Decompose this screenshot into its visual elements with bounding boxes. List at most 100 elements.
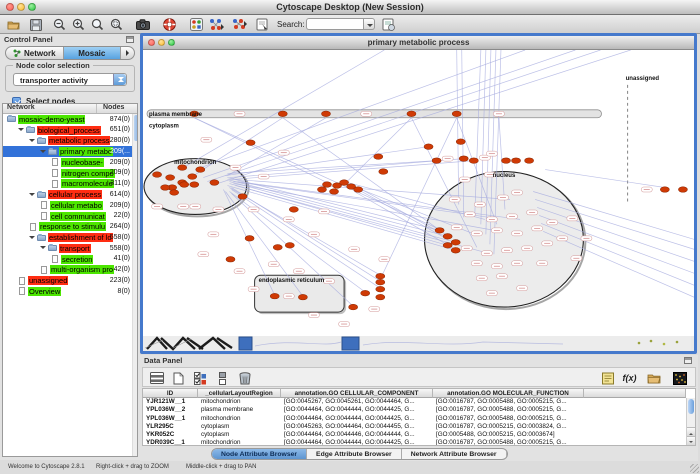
scroll-up-button[interactable] [687, 427, 695, 436]
network-window-titlebar[interactable]: primary metabolic process [143, 36, 694, 50]
tree-row[interactable]: multi-organism pro42(0) [3, 265, 132, 276]
zoom-in-icon[interactable] [71, 17, 86, 32]
tree-row[interactable]: cellular metabo209(0) [3, 200, 132, 211]
zoom-fit-icon[interactable] [90, 17, 105, 32]
vizmapper-icon[interactable] [189, 17, 204, 32]
table-row[interactable]: YKR052Ccytoplasm[GO:0044464, GO:0044446,… [143, 431, 686, 439]
annotation-page-icon[interactable] [255, 17, 270, 32]
graph-node[interactable] [226, 256, 235, 262]
graph-node[interactable] [196, 167, 205, 173]
table-row[interactable]: YPL036W__1mitochondrion[GO:0044464, GO:0… [143, 415, 686, 423]
help-lifering-icon[interactable] [162, 17, 177, 32]
expander-triangle-icon[interactable] [29, 139, 35, 145]
graph-node[interactable] [361, 290, 370, 296]
nodes-column-header[interactable]: Nodes [97, 104, 137, 113]
graph-node[interactable] [407, 111, 416, 117]
graph-node[interactable] [424, 144, 433, 150]
select-attributes-icon[interactable] [193, 371, 208, 386]
tree-row[interactable]: nitrogen compo209(0) [3, 168, 132, 179]
tree-row[interactable]: mosaic-demo-yeast874(0) [3, 114, 132, 125]
graph-node[interactable] [298, 294, 307, 300]
expander-triangle-icon[interactable] [29, 193, 35, 199]
tree-row[interactable]: establishment of lo558(0) [3, 232, 132, 243]
open-file-icon[interactable] [6, 17, 21, 32]
graph-node[interactable] [379, 169, 388, 175]
import-attributes-icon[interactable] [381, 17, 396, 32]
expander-triangle-icon[interactable] [40, 246, 46, 252]
graph-node[interactable] [285, 243, 294, 249]
graph-node[interactable] [376, 273, 385, 279]
graph-node[interactable] [349, 304, 358, 310]
tab-network-attribute-browser[interactable]: Network Attribute Browser [402, 449, 507, 459]
graph-node[interactable] [273, 245, 282, 251]
float-panel-icon[interactable] [126, 36, 134, 43]
tab-mosaic[interactable]: Mosaic [64, 47, 122, 59]
graph-node[interactable] [512, 158, 521, 164]
column-header[interactable]: annotation.GO MOLECULAR_FUNCTION [433, 389, 584, 398]
tree-row[interactable]: unassigned223(0) [3, 275, 132, 286]
zoom-selected-region-icon[interactable] [109, 17, 124, 32]
network-canvas[interactable]: plasma membranecytoplasmmitochondrionnuc… [143, 50, 694, 336]
graph-node[interactable] [435, 228, 444, 234]
graph-node[interactable] [374, 154, 383, 160]
graph-node[interactable] [161, 185, 170, 191]
network-column-header[interactable]: Network [3, 104, 97, 113]
function-builder-icon[interactable]: f(x) [622, 371, 637, 386]
tree-row[interactable]: response to stimulu264(0) [3, 222, 132, 233]
data-panel-float-icon[interactable] [684, 357, 692, 364]
attribute-matrix-icon[interactable] [672, 371, 687, 386]
tree-row[interactable]: secretion41(0) [3, 254, 132, 265]
tab-overflow-arrow[interactable] [121, 47, 134, 59]
tree-row[interactable]: cell communicat22(0) [3, 211, 132, 222]
tree-row[interactable]: cellular process614(0) [3, 189, 132, 200]
column-header[interactable]: _cellularLayoutRegion [198, 389, 281, 398]
new-attribute-icon[interactable] [171, 371, 186, 386]
graph-node[interactable] [210, 180, 219, 186]
graph-node[interactable] [188, 174, 197, 180]
dropdown-stepper-icon[interactable] [113, 74, 126, 85]
graph-node[interactable] [278, 111, 287, 117]
expander-triangle-icon[interactable] [40, 150, 46, 156]
tree-scrollbar-thumb[interactable] [134, 115, 138, 141]
app-titlebar[interactable]: Cytoscape Desktop (New Session) [0, 0, 700, 15]
save-session-icon[interactable] [28, 17, 43, 32]
graph-node[interactable] [153, 172, 162, 178]
search-dropdown-button[interactable] [364, 18, 375, 30]
graph-node[interactable] [443, 243, 452, 249]
graph-node[interactable] [660, 187, 669, 193]
table-row[interactable]: YJR121W__1mitochondrion[GO:0045267, GO:0… [143, 398, 686, 406]
tree-row[interactable]: biological_process651(0) [3, 125, 132, 136]
graph-node[interactable] [501, 158, 510, 164]
graph-node[interactable] [322, 182, 331, 188]
resize-grip[interactable] [690, 464, 699, 473]
tree-row[interactable]: nucleobase-209(0) [3, 157, 132, 168]
network-tree-header[interactable]: Network Nodes [3, 104, 137, 114]
graph-node[interactable] [451, 248, 460, 254]
scroll-down-button[interactable] [687, 436, 695, 445]
expander-triangle-icon[interactable] [29, 236, 35, 242]
table-scrollbar[interactable] [686, 398, 695, 445]
unselect-attributes-icon[interactable] [215, 371, 230, 386]
table-row[interactable]: YDR039C__1mitochondrion[GO:0044464, GO:0… [143, 439, 686, 445]
graph-node[interactable] [190, 182, 199, 188]
column-header[interactable]: annotation.GO CELLULAR_COMPONENT [281, 389, 433, 398]
tree-row[interactable]: macromolecule311(0) [3, 179, 132, 190]
select-all-rows-icon[interactable] [149, 371, 164, 386]
graph-node[interactable] [330, 189, 339, 195]
tab-network[interactable]: Network [6, 47, 64, 59]
graph-node[interactable] [289, 207, 298, 213]
tab-node-attribute-browser[interactable]: Node Attribute Browser [212, 449, 307, 459]
graph-node[interactable] [354, 187, 363, 193]
expander-triangle-icon[interactable] [18, 128, 24, 134]
table-scrollbar-thumb[interactable] [688, 399, 694, 414]
tree-row[interactable]: primary metabo209(... [3, 146, 132, 157]
column-header[interactable]: ID [143, 389, 198, 398]
tree-scrollbar[interactable] [132, 114, 137, 456]
graph-node[interactable] [525, 158, 534, 164]
tree-row[interactable]: metabolic process280(0) [3, 136, 132, 147]
graph-node[interactable] [376, 279, 385, 285]
zoom-out-icon[interactable] [52, 17, 67, 32]
import-attributes-file-icon[interactable] [646, 371, 661, 386]
node-color-dropdown[interactable]: transporter activity [13, 73, 127, 86]
graph-node[interactable] [452, 111, 461, 117]
